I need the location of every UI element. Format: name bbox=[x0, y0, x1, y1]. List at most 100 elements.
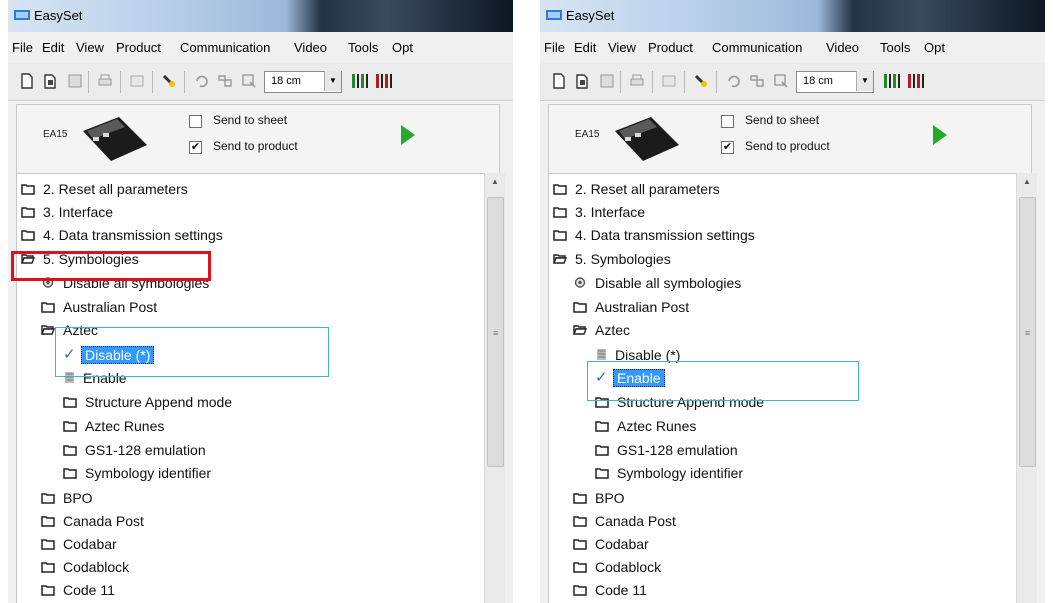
menu-file[interactable]: File bbox=[12, 40, 33, 55]
folder-icon bbox=[41, 493, 55, 504]
chevron-down-icon[interactable]: ▼ bbox=[324, 71, 341, 91]
send-to-product-checkbox[interactable]: ✔ bbox=[721, 141, 734, 154]
barcode-wand-icon[interactable] bbox=[692, 72, 710, 90]
tree-item[interactable]: Australian Post bbox=[549, 296, 1017, 318]
barcode-wand-icon[interactable] bbox=[160, 72, 178, 90]
tree-item[interactable]: Structure Append mode bbox=[17, 391, 485, 413]
tree-item[interactable]: Disable all symbologies bbox=[549, 272, 1017, 294]
new-file-icon[interactable] bbox=[550, 72, 568, 90]
option-icon bbox=[597, 349, 606, 360]
open-file-icon[interactable] bbox=[574, 72, 592, 90]
tree-item[interactable]: Australian Post bbox=[17, 296, 485, 318]
find-icon[interactable] bbox=[748, 72, 766, 90]
tree-item[interactable]: Canada Post bbox=[549, 510, 1017, 532]
toolbar-separator bbox=[684, 71, 685, 93]
tree-item[interactable]: Code 11 bbox=[17, 579, 485, 601]
tree-item[interactable]: GS1-128 emulation bbox=[17, 439, 485, 461]
folder-icon bbox=[573, 302, 587, 313]
tree-item[interactable]: Codabar bbox=[17, 533, 485, 555]
chevron-down-icon[interactable]: ▼ bbox=[856, 71, 873, 91]
distance-value: 18 cm bbox=[803, 75, 833, 87]
barcode-green-icon[interactable] bbox=[882, 72, 902, 90]
tree-scrollbar[interactable]: ▲ ≡ bbox=[1016, 173, 1037, 603]
tree-item-label: Aztec bbox=[595, 322, 631, 338]
menu-edit[interactable]: Edit bbox=[42, 40, 64, 55]
tree-item[interactable]: 4. Data transmission settings bbox=[17, 224, 485, 246]
toolbar-separator bbox=[88, 71, 89, 93]
tree-item[interactable]: 4. Data transmission settings bbox=[549, 224, 1017, 246]
undo-icon[interactable] bbox=[724, 72, 742, 90]
edit-icon[interactable] bbox=[660, 72, 678, 90]
tree-item[interactable]: Codabar bbox=[549, 533, 1017, 555]
tree-item[interactable]: BPO bbox=[549, 487, 1017, 509]
settings-tree: 2. Reset all parameters 3. Interface 4. … bbox=[16, 173, 485, 603]
tree-item-label: Canada Post bbox=[63, 513, 144, 529]
send-to-sheet-checkbox[interactable] bbox=[189, 115, 202, 128]
open-file-icon[interactable] bbox=[42, 72, 60, 90]
menu-edit[interactable]: Edit bbox=[574, 40, 596, 55]
tree-item[interactable]: Aztec bbox=[549, 319, 1017, 341]
tree-item[interactable]: 3. Interface bbox=[549, 201, 1017, 223]
barcode-green-icon[interactable] bbox=[350, 72, 370, 90]
print-icon[interactable] bbox=[96, 72, 114, 90]
menu-view[interactable]: View bbox=[76, 40, 104, 55]
scroll-up-icon[interactable]: ▲ bbox=[485, 173, 505, 191]
find-icon[interactable] bbox=[216, 72, 234, 90]
tree-item[interactable]: Code 11 bbox=[549, 579, 1017, 601]
menu-tools[interactable]: Tools bbox=[348, 40, 378, 55]
menu-view[interactable]: View bbox=[608, 40, 636, 55]
menu-communication[interactable]: Communication bbox=[180, 40, 270, 55]
menu-options[interactable]: Opt bbox=[392, 40, 413, 55]
print-icon[interactable] bbox=[628, 72, 646, 90]
settings-icon[interactable] bbox=[240, 72, 258, 90]
barcode-red-icon[interactable] bbox=[906, 72, 926, 90]
tree-item[interactable]: Aztec Runes bbox=[549, 415, 1017, 437]
folder-icon bbox=[63, 468, 77, 479]
tree-item[interactable]: Aztec Runes bbox=[17, 415, 485, 437]
menu-tools[interactable]: Tools bbox=[880, 40, 910, 55]
title-bar: EasySet bbox=[540, 0, 1045, 32]
scroll-up-icon[interactable]: ▲ bbox=[1017, 173, 1037, 191]
tree-scrollbar[interactable]: ▲ ≡ bbox=[484, 173, 505, 603]
easyset-window-left: EasySet File Edit View Product Communica… bbox=[8, 0, 513, 603]
tree-item[interactable]: 3. Interface bbox=[17, 201, 485, 223]
menu-file[interactable]: File bbox=[544, 40, 565, 55]
play-icon[interactable] bbox=[401, 125, 415, 145]
send-to-sheet-checkbox[interactable] bbox=[721, 115, 734, 128]
save-icon[interactable] bbox=[598, 72, 616, 90]
tree-item[interactable]: Codablock bbox=[549, 556, 1017, 578]
tree-item[interactable]: BPO bbox=[17, 487, 485, 509]
folder-icon bbox=[63, 445, 77, 456]
menu-video[interactable]: Video bbox=[294, 40, 327, 55]
undo-icon[interactable] bbox=[192, 72, 210, 90]
scroll-thumb[interactable]: ≡ bbox=[1019, 197, 1036, 467]
tree-item[interactable]: GS1-128 emulation bbox=[549, 439, 1017, 461]
folder-icon bbox=[573, 562, 587, 573]
menu-options[interactable]: Opt bbox=[924, 40, 945, 55]
tree-item[interactable]: 5. Symbologies bbox=[549, 248, 1017, 270]
tree-item-label: Code 11 bbox=[595, 582, 647, 598]
grip-icon: ≡ bbox=[1025, 328, 1031, 338]
menu-communication[interactable]: Communication bbox=[712, 40, 802, 55]
save-icon[interactable] bbox=[66, 72, 84, 90]
edit-icon[interactable] bbox=[128, 72, 146, 90]
device-panel: EA15 Send to sheet ✔ Send to product bbox=[548, 104, 1032, 174]
barcode-red-icon[interactable] bbox=[374, 72, 394, 90]
menu-product[interactable]: Product bbox=[648, 40, 693, 55]
send-to-product-checkbox[interactable]: ✔ bbox=[189, 141, 202, 154]
tree-item[interactable]: Symbology identifier bbox=[549, 462, 1017, 484]
menu-video[interactable]: Video bbox=[826, 40, 859, 55]
tree-item[interactable]: 2. Reset all parameters bbox=[17, 178, 485, 200]
tree-item[interactable]: Codablock bbox=[17, 556, 485, 578]
new-file-icon[interactable] bbox=[18, 72, 36, 90]
menu-product[interactable]: Product bbox=[116, 40, 161, 55]
settings-icon[interactable] bbox=[772, 72, 790, 90]
scroll-thumb[interactable]: ≡ bbox=[487, 197, 504, 467]
tree-item[interactable]: Symbology identifier bbox=[17, 462, 485, 484]
toolbar: 18 cm ▼ bbox=[8, 63, 513, 101]
tree-item-label: Codabar bbox=[595, 536, 649, 552]
tree-item[interactable]: Canada Post bbox=[17, 510, 485, 532]
gear-icon bbox=[574, 277, 586, 288]
tree-item[interactable]: 2. Reset all parameters bbox=[549, 178, 1017, 200]
play-icon[interactable] bbox=[933, 125, 947, 145]
